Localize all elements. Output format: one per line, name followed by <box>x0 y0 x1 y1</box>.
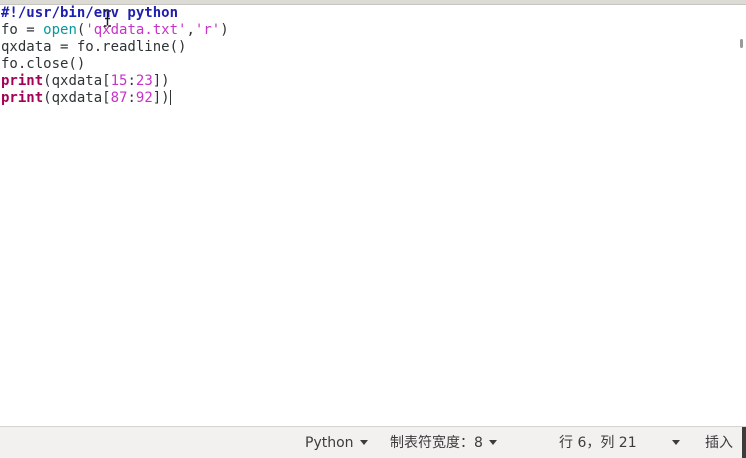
gedit-window: #!/usr/bin/env python fo = open('qxdata.t… <box>0 0 746 458</box>
tab-width-label: 制表符宽度：8 <box>390 435 483 451</box>
insert-mode-indicator[interactable]: 插入 <box>705 434 733 452</box>
cursor-position-dropdown[interactable] <box>672 434 680 452</box>
triangle-down-icon <box>672 440 680 445</box>
code-token: (qxdata[ <box>43 90 111 106</box>
vertical-scrollbar[interactable] <box>733 5 746 426</box>
tab-width-selector[interactable]: 制表符宽度：8 <box>390 434 497 452</box>
code-token: , <box>186 22 195 38</box>
code-token: 'qxdata.txt' <box>85 22 187 38</box>
code-token: fo = <box>1 22 44 38</box>
code-token: 92 <box>135 90 153 106</box>
code-token: print <box>1 90 44 106</box>
insert-mode-label: 插入 <box>705 435 733 451</box>
code-line[interactable]: fo = open('qxdata.txt','r') <box>1 22 229 39</box>
code-text-area[interactable]: #!/usr/bin/env python fo = open('qxdata.t… <box>1 5 229 107</box>
code-token: fo.close() <box>1 56 86 72</box>
code-token: #!/usr/bin/env python <box>1 5 179 21</box>
code-token: 15 <box>110 73 128 89</box>
cursor-position-selector[interactable]: 行 6，列 21 <box>559 434 637 452</box>
language-selector[interactable]: Python <box>305 434 368 452</box>
code-token: : <box>127 73 136 89</box>
window-right-edge <box>742 427 746 458</box>
triangle-down-icon <box>359 440 368 445</box>
code-token: 87 <box>110 90 128 106</box>
code-token: open <box>43 22 77 38</box>
status-bar: Python 制表符宽度：8 行 6，列 21 插入 <box>0 426 746 458</box>
ibeam-cursor-icon <box>104 10 111 27</box>
code-token: 'r' <box>194 22 221 38</box>
code-token: qxdata = fo.readline() <box>1 39 187 55</box>
scrollbar-thumb[interactable] <box>740 39 743 48</box>
code-editor[interactable]: #!/usr/bin/env python fo = open('qxdata.t… <box>0 5 733 426</box>
code-token: (qxdata[ <box>43 73 111 89</box>
code-line[interactable]: #!/usr/bin/env python <box>1 5 229 22</box>
code-token: : <box>127 90 136 106</box>
code-line[interactable]: fo.close() <box>1 56 229 73</box>
cursor-position-label: 行 6，列 21 <box>559 435 637 451</box>
code-line[interactable]: print(qxdata[87:92]) <box>1 90 229 107</box>
triangle-down-icon <box>488 440 497 445</box>
code-token: ]) <box>152 73 170 89</box>
code-line[interactable]: print(qxdata[15:23]) <box>1 73 229 90</box>
code-token: print <box>1 73 44 89</box>
code-token: ) <box>220 22 229 38</box>
language-label: Python <box>305 435 354 451</box>
code-token: ]) <box>152 90 170 106</box>
code-token: 23 <box>135 73 153 89</box>
code-line[interactable]: qxdata = fo.readline() <box>1 39 229 56</box>
text-caret <box>169 90 171 105</box>
